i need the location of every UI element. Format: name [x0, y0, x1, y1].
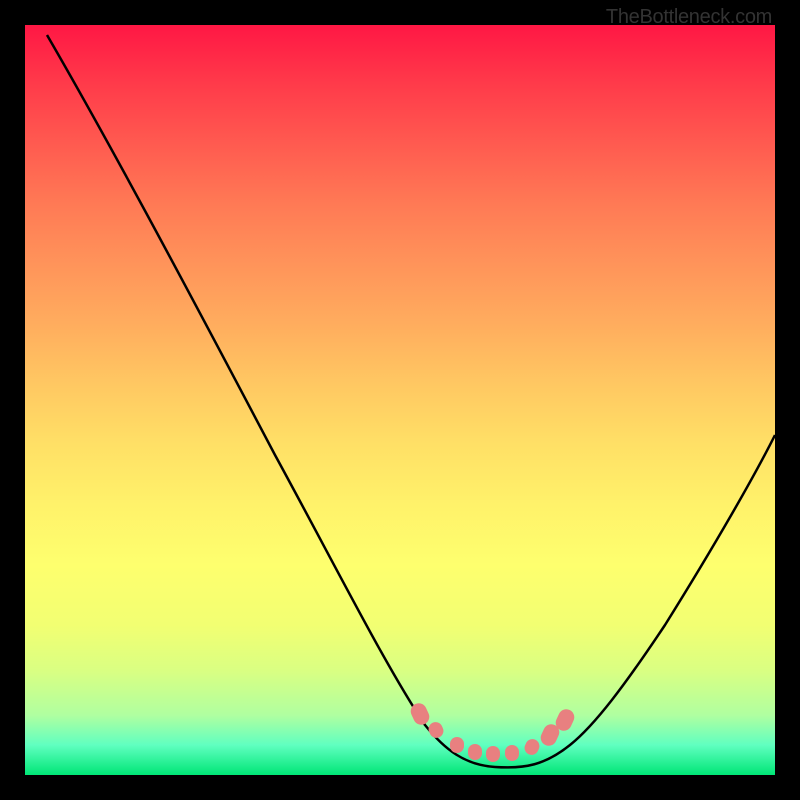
highlight-marker — [505, 745, 519, 761]
highlight-marker — [468, 744, 482, 760]
highlight-marker — [486, 746, 500, 762]
chart-plot-area — [25, 25, 775, 775]
highlight-marker — [450, 737, 464, 753]
watermark-text: TheBottleneck.com — [606, 6, 772, 29]
